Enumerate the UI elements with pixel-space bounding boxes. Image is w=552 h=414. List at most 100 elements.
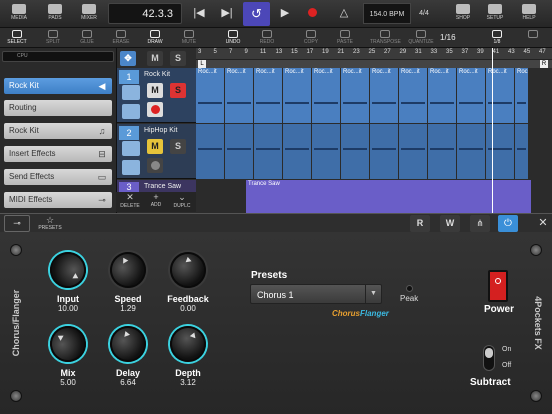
copy-button[interactable]: COPY xyxy=(296,28,326,48)
knob-feedback[interactable]: Feedback 0.00 xyxy=(158,249,218,332)
mute-button[interactable]: M xyxy=(147,83,163,98)
track-name-button[interactable]: Rock Kit ◀ xyxy=(4,78,112,94)
select-tool[interactable]: SELECT xyxy=(2,28,32,48)
playhead[interactable] xyxy=(492,48,493,214)
arrange-area[interactable]: Roc...it Roc...it Roc...it Roc...it Roc...it… xyxy=(196,68,552,214)
arrange-clip[interactable]: Roc...it xyxy=(283,68,311,123)
edit-icon[interactable] xyxy=(122,104,140,119)
metronome-icon[interactable]: △ xyxy=(332,3,356,24)
delete-track-button[interactable]: ✕ DELETE xyxy=(118,192,142,209)
presets-tab[interactable]: ☆ PRESETS xyxy=(34,215,66,232)
track-header-1[interactable]: 1 Rock Kit M S xyxy=(117,68,197,123)
fx-eq-icon[interactable]: ⊸ xyxy=(4,215,30,232)
paste-button[interactable]: PASTE xyxy=(330,28,360,48)
undo-button[interactable]: UNDO xyxy=(218,28,248,48)
solo-all-button[interactable]: S xyxy=(170,51,186,66)
transpose-button[interactable]: TRANSPOSE xyxy=(370,28,401,48)
knob-dial[interactable] xyxy=(167,249,209,291)
song-position-display[interactable]: 42.3.3 xyxy=(108,3,182,24)
routing-button[interactable]: Routing xyxy=(4,100,112,116)
loop-left-marker[interactable]: L xyxy=(198,60,206,68)
routing-icon[interactable]: ⋔ xyxy=(470,215,490,232)
arrange-clip[interactable]: Roc...it xyxy=(312,68,340,123)
arrange-clip[interactable] xyxy=(515,124,528,179)
mixer-button[interactable]: MIXER xyxy=(72,2,106,26)
arrange-clip[interactable]: Roc...it xyxy=(399,68,427,123)
help-button[interactable]: HELP xyxy=(512,2,546,26)
knob-dial[interactable] xyxy=(104,320,152,368)
solo-button[interactable]: S xyxy=(170,83,186,98)
midi-effects-button[interactable]: MIDI Effects ⊸ xyxy=(4,192,112,208)
record-icon[interactable] xyxy=(308,8,317,17)
loop-icon[interactable]: ↺ xyxy=(243,2,270,26)
track-header-2[interactable]: 2 HipHop Kit M S xyxy=(117,124,197,179)
arrange-clip[interactable]: Roc...it xyxy=(225,68,253,123)
fx-read-button[interactable]: R xyxy=(410,215,430,232)
power-icon[interactable]: ⏻ xyxy=(498,215,518,232)
fx-write-button[interactable]: W xyxy=(440,215,460,232)
arrange-clip[interactable]: Roc...it xyxy=(196,68,224,123)
arrange-clip[interactable] xyxy=(225,124,253,179)
record-arm-button[interactable] xyxy=(147,158,163,173)
tempo-display[interactable]: 154.0 BPM xyxy=(363,3,411,24)
mute-tool[interactable]: MUTE xyxy=(174,28,204,48)
arrange-clip[interactable]: Roc...it xyxy=(254,68,282,123)
arrange-clip[interactable] xyxy=(370,124,398,179)
arrange-clip[interactable] xyxy=(399,124,427,179)
split-tool[interactable]: SPLIT xyxy=(38,28,68,48)
loop-right-marker[interactable]: R xyxy=(540,60,548,68)
loop-range-bar[interactable]: L R xyxy=(196,60,552,68)
knob-input[interactable]: Input 10.00 xyxy=(38,245,98,332)
knob-delay[interactable]: Delay 6.64 xyxy=(98,320,158,406)
subtract-toggle[interactable] xyxy=(483,345,495,371)
pads-button[interactable]: PADS xyxy=(38,2,72,26)
power-switch[interactable] xyxy=(488,270,508,302)
media-button[interactable]: MEDIA xyxy=(2,2,36,26)
quantize-button[interactable]: QUANTIZE xyxy=(406,28,436,48)
arrange-clip[interactable] xyxy=(312,124,340,179)
arrange-clip[interactable] xyxy=(196,124,224,179)
arrange-clip[interactable]: Roc...it xyxy=(486,68,514,123)
arrange-clip[interactable]: Roc...it xyxy=(341,68,369,123)
insert-effects-button[interactable]: Insert Effects ⊟ xyxy=(4,146,112,162)
rewind-start-icon[interactable]: |◀ xyxy=(187,3,211,24)
zoom-button[interactable] xyxy=(518,28,548,48)
knob-depth[interactable]: Depth 3.12 xyxy=(158,320,218,406)
arrange-clip[interactable]: Roc...it xyxy=(515,68,528,123)
knob-dial[interactable] xyxy=(164,320,212,368)
time-signature[interactable]: 4/4 xyxy=(413,3,435,24)
erase-tool[interactable]: ERASE xyxy=(106,28,136,48)
record-arm-button[interactable] xyxy=(147,102,163,117)
preset-dropdown[interactable]: Chorus 1 ▼ xyxy=(250,284,382,304)
knob-dial[interactable] xyxy=(103,245,153,295)
instrument-button[interactable]: Rock Kit ♫ xyxy=(4,123,112,139)
play-icon[interactable]: ▶ xyxy=(273,3,297,24)
solo-button[interactable]: S xyxy=(170,139,186,154)
arrange-clip[interactable]: Roc...it xyxy=(370,68,398,123)
shop-button[interactable]: SHOP xyxy=(446,2,480,26)
grid-button[interactable]: 1/8 xyxy=(480,28,514,48)
draw-tool[interactable]: DRAW xyxy=(140,28,170,48)
arrow-tool-icon[interactable]: ✥ xyxy=(120,51,136,66)
knob-dial[interactable] xyxy=(43,245,93,295)
arrange-clip[interactable]: Roc...it xyxy=(457,68,485,123)
knob-dial[interactable] xyxy=(43,319,93,369)
send-effects-button[interactable]: Send Effects ▭ xyxy=(4,169,112,185)
arrange-clip[interactable] xyxy=(486,124,514,179)
arrange-clip[interactable]: Trance Saw xyxy=(246,180,531,214)
setup-button[interactable]: SETUP xyxy=(478,2,512,26)
duplicate-track-button[interactable]: ⌄ DUPLC xyxy=(170,192,194,209)
edit-icon[interactable] xyxy=(122,160,140,175)
glue-tool[interactable]: GLUE xyxy=(72,28,102,48)
arrange-clip[interactable]: Roc...it xyxy=(428,68,456,123)
redo-button[interactable]: REDO xyxy=(252,28,282,48)
arrange-clip[interactable] xyxy=(428,124,456,179)
arrange-clip[interactable] xyxy=(457,124,485,179)
timeline-ruler[interactable]: 3 5 7 9 11 13 15 17 19 21 23 25 27 29 31 33 35 37 39 41 43 45… xyxy=(196,48,552,60)
mute-button[interactable]: M xyxy=(147,139,163,154)
close-icon[interactable]: ✕ xyxy=(536,215,550,232)
arrange-clip[interactable] xyxy=(254,124,282,179)
quantize-value[interactable]: 1/16 xyxy=(440,30,476,46)
arrange-clip[interactable] xyxy=(283,124,311,179)
mute-all-button[interactable]: M xyxy=(147,51,163,66)
